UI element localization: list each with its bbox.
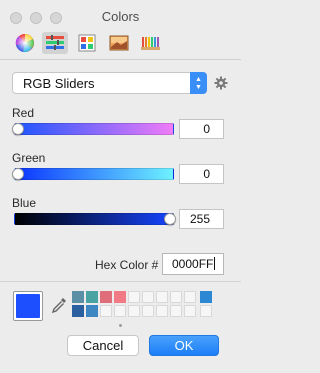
- swatch-cell[interactable]: [114, 291, 126, 303]
- tab-color-wheel[interactable]: [12, 32, 38, 54]
- tab-pencils[interactable]: [138, 32, 164, 54]
- swatch-cell[interactable]: [100, 291, 112, 303]
- select-stepper-icon: ▲ ▼: [190, 72, 207, 94]
- picker-toolbar: [12, 32, 172, 54]
- hex-color-value: 0000FF: [172, 257, 214, 271]
- swatch-cell[interactable]: [142, 291, 154, 303]
- swatch-cell[interactable]: [142, 305, 154, 317]
- current-color-well[interactable]: [13, 291, 43, 321]
- blue-label: Blue: [12, 196, 37, 210]
- title-bar: Colors: [0, 0, 241, 30]
- red-label: Red: [12, 106, 35, 120]
- slider-mode-select[interactable]: RGB Sliders ▲ ▼: [12, 72, 207, 94]
- swatch-cell[interactable]: [100, 305, 112, 317]
- blue-value-field[interactable]: 255: [179, 209, 224, 229]
- swatch-cell[interactable]: [184, 291, 196, 303]
- swatch-cell[interactable]: [200, 291, 212, 303]
- swatch-divider: [0, 281, 241, 282]
- swatch-cell[interactable]: [86, 305, 98, 317]
- tab-color-sliders[interactable]: [42, 32, 68, 54]
- toolbar-divider: [0, 59, 241, 60]
- green-slider-track[interactable]: [14, 168, 174, 180]
- red-slider-track[interactable]: [14, 123, 174, 135]
- swatch-cell[interactable]: [200, 305, 212, 317]
- sliders-icon: [46, 35, 64, 50]
- image-icon: [109, 35, 129, 51]
- swatch-cell[interactable]: [184, 305, 196, 317]
- swatch-cell[interactable]: [170, 291, 182, 303]
- blue-slider-knob[interactable]: [164, 213, 176, 225]
- swatch-cell[interactable]: [156, 291, 168, 303]
- blue-slider-track[interactable]: [14, 213, 174, 225]
- swatch-cell[interactable]: [170, 305, 182, 317]
- color-swatches: [72, 291, 212, 319]
- hex-color-input[interactable]: 0000FF: [162, 253, 224, 275]
- tab-image-palettes[interactable]: [106, 32, 132, 54]
- palette-grid-icon: [78, 34, 96, 52]
- window-title: Colors: [101, 9, 140, 24]
- eyedropper-icon[interactable]: [50, 296, 68, 314]
- swatch-cell[interactable]: [86, 291, 98, 303]
- green-label: Green: [12, 151, 46, 165]
- cancel-button[interactable]: Cancel: [67, 335, 139, 356]
- swatch-cell[interactable]: [128, 305, 140, 317]
- swatch-cell[interactable]: [72, 291, 84, 303]
- pencils-icon: [141, 37, 160, 50]
- slider-mode-value: RGB Sliders: [23, 76, 95, 91]
- resize-handle[interactable]: [119, 324, 122, 327]
- swatch-cell[interactable]: [128, 291, 140, 303]
- swatch-cell[interactable]: [156, 305, 168, 317]
- swatch-cell[interactable]: [72, 305, 84, 317]
- green-slider-knob[interactable]: [12, 168, 24, 180]
- color-wheel-icon: [15, 34, 34, 53]
- current-color-fill: [16, 294, 40, 318]
- red-value-field[interactable]: 0: [179, 119, 224, 139]
- hex-color-label: Hex Color #: [95, 258, 159, 272]
- tab-color-palettes[interactable]: [74, 32, 100, 54]
- gear-icon[interactable]: [214, 76, 228, 90]
- green-value-field[interactable]: 0: [179, 164, 224, 184]
- red-slider-knob[interactable]: [12, 123, 24, 135]
- ok-button[interactable]: OK: [149, 335, 219, 356]
- swatch-cell[interactable]: [114, 305, 126, 317]
